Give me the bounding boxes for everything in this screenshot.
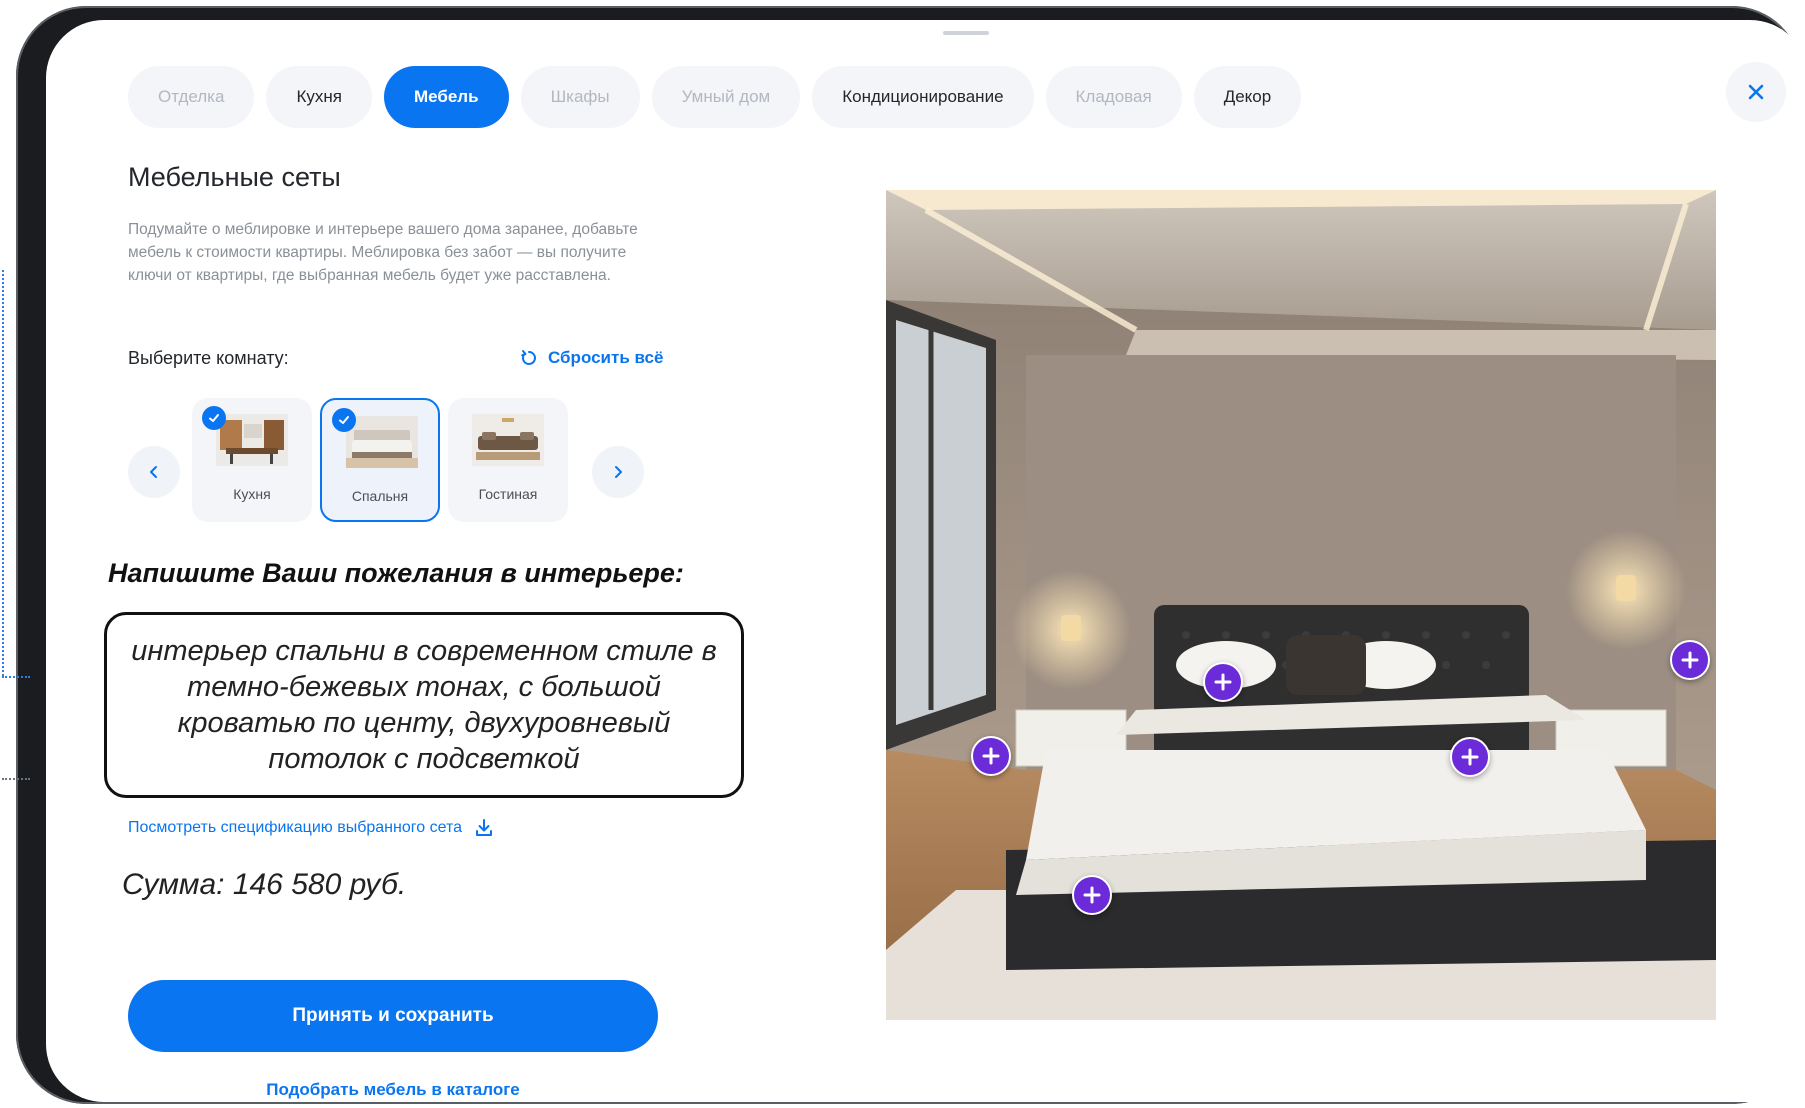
tab-air-conditioning[interactable]: Кондиционирование bbox=[812, 66, 1034, 128]
view-spec-link[interactable]: Посмотреть спецификацию выбранного сета bbox=[128, 818, 494, 838]
section-description: Подумайте о меблировке и интерьере вашег… bbox=[128, 221, 638, 284]
download-icon bbox=[475, 819, 492, 836]
plus-icon bbox=[1681, 651, 1699, 669]
interior-preview-image bbox=[886, 190, 1716, 1020]
chevron-left-icon bbox=[150, 466, 157, 478]
tab-furniture[interactable]: Мебель bbox=[383, 66, 509, 128]
guide-line-vertical bbox=[2, 270, 4, 676]
wishes-textbox[interactable]: интерьер спальни в современном стиле в т… bbox=[104, 612, 744, 798]
accept-save-button[interactable]: Принять и сохранить bbox=[128, 980, 658, 1052]
wishes-text: интерьер спальни в современном стиле в т… bbox=[131, 635, 717, 775]
kitchen-thumbnail bbox=[216, 414, 288, 466]
tab-kitchen[interactable]: Кухня bbox=[266, 66, 372, 128]
tablet-frame: Отделка Кухня Мебель Шкафы Умный дом Кон… bbox=[16, 6, 1805, 1104]
prev-room-button[interactable] bbox=[128, 446, 180, 498]
reset-all-label: Сбросить всё bbox=[548, 348, 664, 367]
guide-line-horizontal bbox=[2, 676, 30, 678]
next-room-button[interactable] bbox=[592, 446, 644, 498]
bedroom-thumbnail bbox=[346, 416, 418, 468]
hotspot-lamp-right[interactable] bbox=[1670, 640, 1710, 680]
room-bedroom-label: Спальня bbox=[351, 488, 409, 504]
close-button[interactable] bbox=[1726, 62, 1786, 122]
section-title: Мебельные сеты bbox=[128, 162, 341, 192]
room-card-kitchen[interactable]: Кухня bbox=[192, 398, 312, 522]
plus-icon bbox=[1214, 673, 1232, 691]
check-icon bbox=[209, 414, 219, 422]
refresh-icon bbox=[521, 350, 536, 365]
close-icon bbox=[1748, 84, 1764, 100]
hotspot-pillow[interactable] bbox=[1203, 662, 1243, 702]
check-icon bbox=[339, 416, 349, 424]
tab-decor[interactable]: Декор bbox=[1193, 66, 1302, 128]
category-tabs: Отделка Кухня Мебель Шкафы Умный дом Кон… bbox=[128, 66, 1302, 128]
view-spec-label: Посмотреть спецификацию выбранного сета bbox=[128, 819, 462, 836]
tab-smart-home[interactable]: Умный дом bbox=[651, 66, 801, 128]
chevron-right-icon bbox=[615, 466, 622, 478]
room-bedroom-check bbox=[332, 408, 356, 432]
app-screen: Отделка Кухня Мебель Шкафы Умный дом Кон… bbox=[46, 20, 1805, 1102]
room-kitchen-check bbox=[202, 406, 226, 430]
reset-all-button[interactable]: Сбросить всё bbox=[520, 348, 663, 368]
room-living-room-label: Гостиная bbox=[478, 486, 538, 502]
tab-wardrobes[interactable]: Шкафы bbox=[520, 66, 640, 128]
plus-icon bbox=[1083, 886, 1101, 904]
catalog-link[interactable]: Подобрать мебель в каталоге bbox=[128, 1080, 658, 1100]
plus-icon bbox=[982, 747, 1000, 765]
top-handle bbox=[943, 31, 989, 35]
hotspot-bedding[interactable] bbox=[1450, 737, 1490, 777]
room-kitchen-label: Кухня bbox=[233, 486, 271, 502]
total-sum: Сумма: 146 580 руб. bbox=[122, 868, 407, 901]
living-room-thumbnail bbox=[472, 414, 544, 466]
wishes-title: Напишите Ваши пожелания в интерьере: bbox=[108, 558, 684, 588]
choose-room-label: Выберите комнату: bbox=[128, 348, 289, 368]
hotspot-nightstand-left[interactable] bbox=[971, 736, 1011, 776]
tab-otdelka[interactable]: Отделка bbox=[128, 66, 255, 128]
room-card-bedroom[interactable]: Спальня bbox=[320, 398, 440, 522]
bedroom-render bbox=[886, 190, 1716, 1020]
tab-storage[interactable]: Кладовая bbox=[1045, 66, 1182, 128]
hotspot-bed-frame[interactable] bbox=[1072, 875, 1112, 915]
plus-icon bbox=[1461, 748, 1479, 766]
guide-line-horizontal-2 bbox=[2, 778, 30, 780]
room-card-living-room[interactable]: Гостиная bbox=[448, 398, 568, 522]
